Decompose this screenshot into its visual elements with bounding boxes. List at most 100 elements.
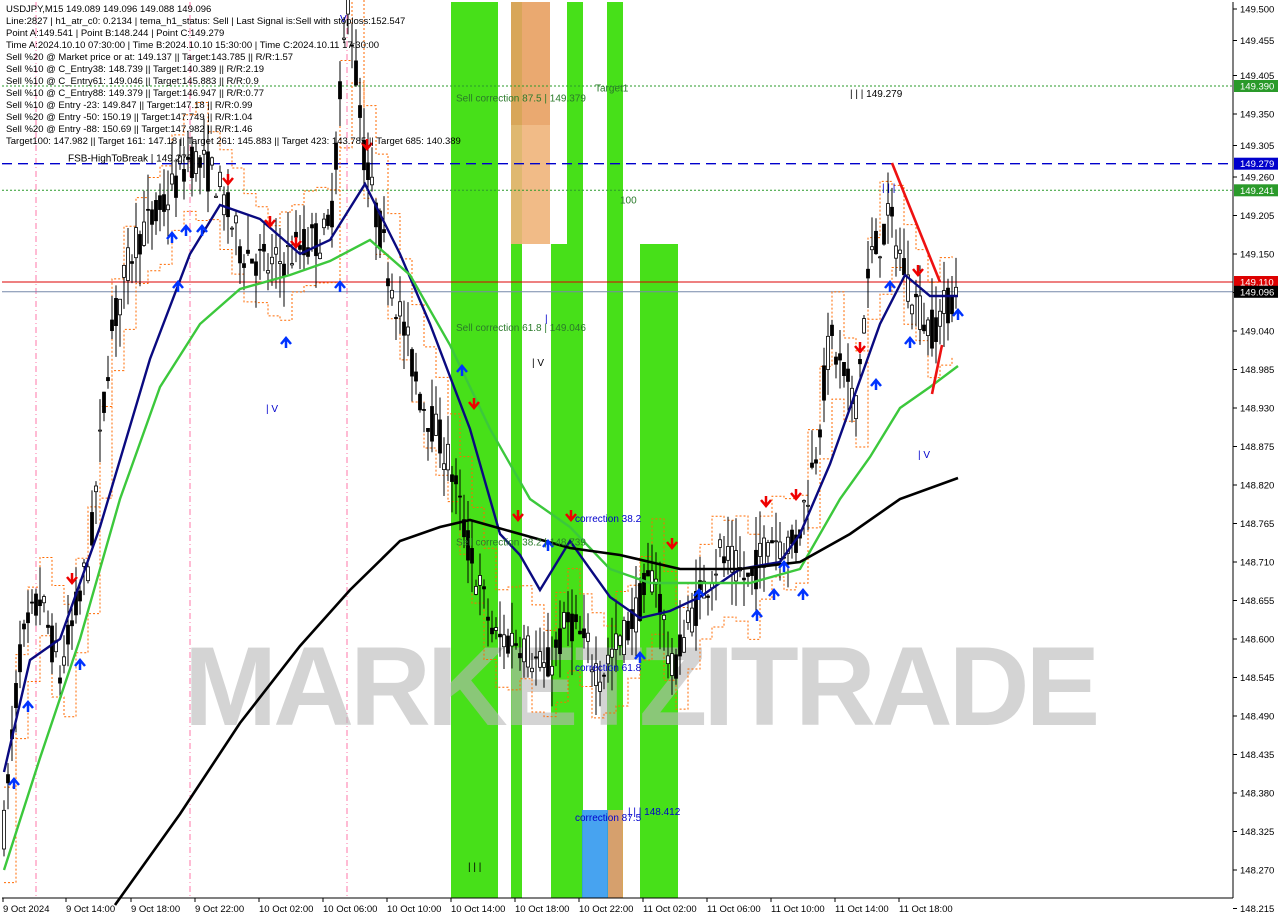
candle-body: [214, 195, 218, 198]
symbol-line: USDJPY,M15 149.089 149.096 149.088 149.0…: [6, 4, 212, 15]
candle-body: [674, 654, 678, 679]
candle-body: [182, 169, 186, 182]
candle-body: [682, 637, 686, 653]
zone-bar: [607, 2, 623, 898]
candle-body: [822, 365, 826, 401]
candle-body: [310, 224, 314, 229]
x-tick-label: 11 Oct 10:00: [771, 904, 825, 915]
candle-body: [242, 263, 246, 268]
candle-body: [174, 175, 178, 198]
candle-body: [726, 546, 730, 561]
candle-body: [206, 151, 210, 192]
chart-annotation: Sell correction 61.8 | 149.046: [456, 323, 586, 334]
candle-body: [834, 356, 838, 365]
candle-body: [478, 575, 482, 586]
candle-body: [746, 572, 750, 577]
candle-body: [330, 200, 334, 228]
candle-body: [846, 368, 850, 382]
candle-body: [914, 293, 918, 298]
candle-body: [922, 324, 926, 332]
candle-body: [70, 620, 74, 627]
candle-body: [494, 627, 498, 631]
y-tick-label: 148.930: [1240, 404, 1274, 415]
candle: [250, 258, 254, 264]
candle-body: [102, 391, 106, 413]
candle-body: [226, 192, 230, 218]
chart-annotation: correction 61.8: [575, 663, 642, 674]
chart-annotation: FSB-HighToBreak | 149.279: [68, 154, 193, 165]
zone-bar: [551, 244, 567, 898]
candle-body: [58, 677, 62, 684]
zone-bar: [511, 125, 550, 244]
candle-body: [290, 263, 294, 266]
candle-body: [98, 429, 102, 432]
candle-body: [802, 500, 806, 503]
chart-annotation: Sell correction 38.2 | 148.739: [456, 538, 586, 549]
chart-annotation: | V: [532, 358, 544, 369]
candle-body: [566, 612, 570, 623]
candle-body: [602, 674, 606, 677]
y-tick-label: 148.710: [1240, 558, 1274, 569]
candle-body: [442, 463, 446, 471]
candle-body: [598, 681, 602, 692]
candle-body: [514, 643, 518, 646]
candle-body: [818, 429, 822, 438]
candle-body: [686, 610, 690, 623]
candle-body: [658, 593, 662, 615]
candle-body: [2, 809, 6, 850]
price-tag-label: 149.096: [1240, 287, 1274, 298]
candle-body: [274, 247, 278, 255]
candle-body: [458, 495, 462, 498]
candle-body: [646, 570, 650, 577]
candle: [638, 577, 642, 622]
candle-body: [498, 633, 502, 638]
x-tick-label: 11 Oct 18:00: [899, 904, 953, 915]
candle-body: [90, 512, 94, 546]
candle-body: [878, 256, 882, 259]
candle-body: [126, 247, 130, 281]
x-tick-label: 10 Oct 06:00: [323, 904, 377, 915]
candle-body: [122, 264, 126, 278]
chart-annotation: |: [545, 314, 548, 325]
candle-body: [706, 595, 710, 598]
candle-body: [410, 349, 414, 377]
candle-body: [250, 258, 254, 264]
candle-body: [270, 256, 274, 265]
candle-body: [862, 318, 866, 334]
candle-body: [586, 632, 590, 642]
candle-body: [854, 395, 858, 419]
candle-body: [438, 419, 442, 454]
y-tick-label: 148.985: [1240, 365, 1274, 376]
zone-bar: [511, 2, 550, 125]
candle-body: [814, 459, 818, 464]
candle-body: [162, 194, 166, 212]
candle-body: [142, 221, 146, 246]
candle-body: [390, 289, 394, 299]
candle-body: [170, 173, 174, 185]
candle-body: [870, 246, 874, 251]
candle-body: [6, 774, 10, 784]
candle-body: [470, 548, 474, 564]
candle-body: [246, 249, 250, 254]
y-tick-label: 149.305: [1240, 141, 1274, 152]
candle-body: [582, 628, 586, 639]
chart-annotation: 100: [620, 195, 637, 206]
info-line: Point A:149.541 | Point B:148.244 | Poin…: [6, 28, 225, 39]
candle-body: [770, 540, 774, 544]
candle-body: [430, 406, 434, 442]
y-tick-label: 149.150: [1240, 250, 1274, 261]
candle-body: [882, 223, 886, 245]
y-tick-label: 148.600: [1240, 635, 1274, 646]
candle-body: [642, 572, 646, 596]
candle-body: [238, 246, 242, 264]
candle-body: [546, 647, 550, 677]
info-line: Line:2827 | h1_atr_c0: 0.2134 | tema_h1_…: [6, 16, 406, 27]
y-tick-label: 148.875: [1240, 442, 1274, 453]
candle-body: [230, 227, 234, 230]
candle-body: [626, 620, 630, 641]
candle-body: [506, 635, 510, 654]
candle-body: [322, 218, 326, 229]
candle-body: [234, 215, 238, 224]
x-tick-label: 9 Oct 2024: [3, 904, 49, 915]
candle-body: [538, 651, 542, 668]
